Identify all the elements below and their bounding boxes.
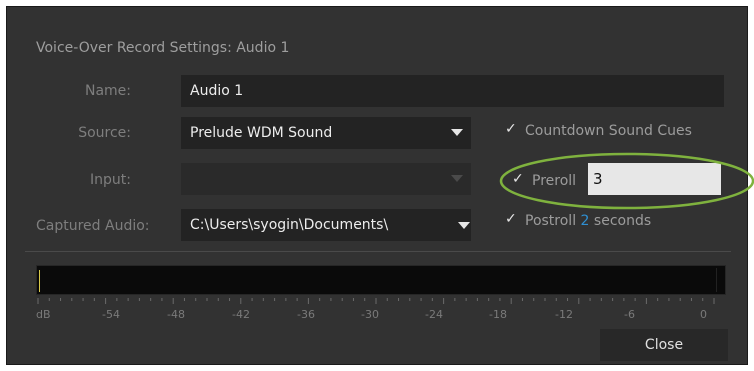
scale-label: -6: [624, 308, 635, 321]
voice-over-settings-dialog: Voice-Over Record Settings: Audio 1 Name…: [6, 6, 754, 365]
meter-end-marker: [716, 268, 717, 292]
countdown-label: Countdown Sound Cues: [525, 123, 692, 139]
postroll-label: Postroll: [525, 213, 577, 229]
source-chevron-down-icon[interactable]: [451, 129, 463, 136]
captured-audio-dropdown[interactable]: C:\Users\syogin\Documents\: [181, 209, 471, 241]
scale-label: -48: [167, 308, 185, 321]
input-dropdown[interactable]: [181, 163, 471, 195]
highlight-ellipse: [499, 152, 754, 210]
countdown-checkbox[interactable]: ✓: [505, 121, 517, 137]
name-label: Name:: [84, 83, 131, 99]
postroll-checkbox[interactable]: ✓: [505, 211, 517, 227]
name-field[interactable]: Audio 1: [181, 75, 724, 107]
scale-label: -54: [102, 308, 120, 321]
source-dropdown[interactable]: Prelude WDM Sound: [181, 117, 471, 149]
scale-label: -36: [297, 308, 315, 321]
audio-level-meter: [36, 265, 726, 295]
scale-label: -30: [361, 308, 379, 321]
meter-level-marker: [39, 270, 40, 292]
input-label: Input:: [90, 172, 131, 188]
divider: [25, 251, 731, 252]
postroll-row: Postroll 2 seconds: [525, 213, 651, 229]
scale-label: 0: [700, 308, 707, 321]
scale-label: -42: [232, 308, 250, 321]
scale-label: -18: [489, 308, 507, 321]
captured-audio-chevron-down-icon[interactable]: [458, 222, 470, 229]
scale-label: dB: [36, 308, 51, 321]
postroll-input[interactable]: 2: [581, 213, 590, 229]
input-chevron-down-icon[interactable]: [451, 175, 463, 182]
dialog-title: Voice-Over Record Settings: Audio 1: [36, 40, 290, 56]
meter-scale-ticks: [37, 298, 715, 304]
postroll-unit: seconds: [593, 213, 652, 229]
close-button[interactable]: Close: [600, 329, 728, 361]
scale-label: -24: [425, 308, 443, 321]
captured-audio-path: C:\Users\syogin\Documents\: [190, 217, 389, 233]
source-label: Source:: [78, 125, 131, 141]
scale-label: -12: [555, 308, 573, 321]
source-dropdown-value: Prelude WDM Sound: [190, 125, 333, 141]
captured-audio-label: Captured Audio:: [36, 218, 150, 234]
